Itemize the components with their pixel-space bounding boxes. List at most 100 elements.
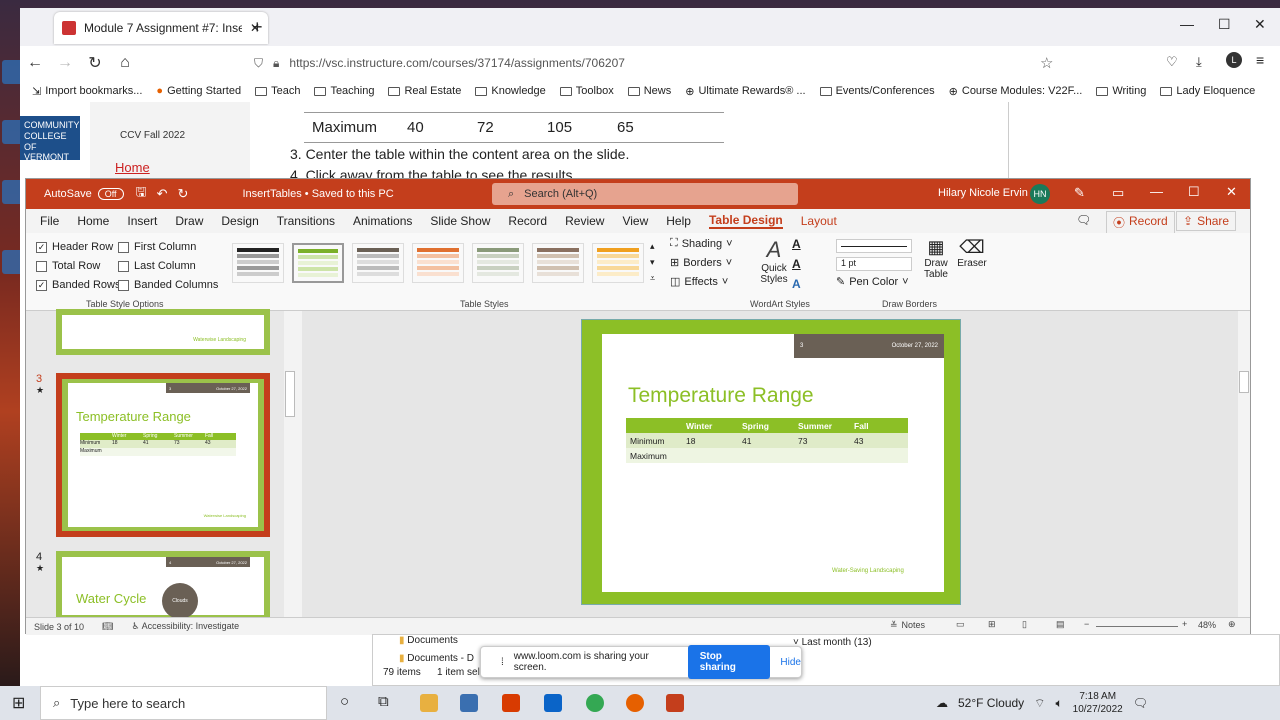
- text-effects-icon[interactable]: A: [792, 277, 801, 291]
- table-header-cell[interactable]: Fall: [850, 421, 906, 431]
- total-row-checkbox[interactable]: Total Row: [36, 260, 100, 272]
- first-column-checkbox[interactable]: First Column: [118, 241, 196, 253]
- slide-thumbnail-2[interactable]: Waterwise Landscaping: [56, 309, 270, 355]
- notification-icon[interactable]: 🗨︎: [1133, 696, 1148, 710]
- autosave-toggle[interactable]: Off: [97, 188, 124, 200]
- download-icon[interactable]: ⤓: [1196, 54, 1202, 70]
- fit-slide-icon[interactable]: ⊕: [1228, 619, 1236, 630]
- taskbar-search[interactable]: ⌕ Type here to search: [40, 686, 327, 720]
- reading-view-icon[interactable]: ▯: [1022, 619, 1027, 630]
- thumbs-scrollbar[interactable]: [284, 311, 296, 617]
- tab-help[interactable]: Help: [666, 214, 691, 228]
- pen-weight-select[interactable]: 1 pt: [836, 257, 912, 271]
- firefox-icon[interactable]: [626, 694, 644, 712]
- weather[interactable]: 52°F Cloudy: [958, 696, 1024, 710]
- slide-thumbnail-3[interactable]: 3 October 27, 2022 Temperature Range Wint…: [56, 373, 270, 537]
- header-row-checkbox[interactable]: ✓ Header Row: [36, 241, 113, 253]
- clock[interactable]: 7:18 AM 10/27/2022: [1073, 690, 1123, 716]
- tab-home[interactable]: Home: [77, 214, 109, 228]
- hide-button[interactable]: Hide: [780, 657, 801, 668]
- maximize-icon[interactable]: ☐: [1188, 184, 1200, 200]
- banded-columns-checkbox[interactable]: Banded Columns: [118, 279, 218, 291]
- close-window-icon[interactable]: ✕: [1254, 16, 1266, 33]
- table-style-swatch[interactable]: [412, 243, 464, 283]
- stop-sharing-button[interactable]: Stop sharing: [687, 645, 771, 679]
- back-icon[interactable]: ←: [20, 54, 50, 72]
- maximize-icon[interactable]: ☐: [1218, 16, 1231, 33]
- close-icon[interactable]: ✕: [1226, 184, 1237, 200]
- table-style-swatch[interactable]: [472, 243, 524, 283]
- user-avatar[interactable]: HN: [1030, 184, 1050, 204]
- tab-table-design[interactable]: Table Design: [708, 213, 783, 229]
- share-button[interactable]: ⇪ Share: [1176, 211, 1237, 231]
- bookmark-item[interactable]: ● Getting Started: [156, 85, 241, 97]
- store-icon[interactable]: [460, 694, 478, 712]
- tab-view[interactable]: View: [622, 214, 648, 228]
- task-view-icon[interactable]: ⧉: [378, 693, 389, 710]
- text-outline-icon[interactable]: A: [792, 257, 801, 271]
- bookmark-item[interactable]: ⊕ Ultimate Rewards® ...: [685, 85, 805, 98]
- windows-start-icon[interactable]: ⊞: [12, 693, 25, 713]
- slideshow-icon[interactable]: ▤: [1056, 619, 1065, 630]
- bookmark-folder[interactable]: Knowledge: [475, 85, 546, 97]
- table-style-swatch[interactable]: [232, 243, 284, 283]
- zoom-out-icon[interactable]: −: [1084, 619, 1089, 629]
- search-box[interactable]: ⌕ Search (Alt+Q): [492, 183, 798, 205]
- more-styles-icon[interactable]: ⩡: [650, 273, 655, 284]
- effects-button[interactable]: ◫ Effects ˅: [670, 275, 728, 289]
- outlook-icon[interactable]: [544, 694, 562, 712]
- slide-title[interactable]: Temperature Range: [628, 384, 814, 408]
- table-style-swatch[interactable]: [352, 243, 404, 283]
- borders-button[interactable]: ⊞ Borders ˅: [670, 256, 732, 270]
- cortana-icon[interactable]: ○: [340, 693, 349, 710]
- office-icon[interactable]: [502, 694, 520, 712]
- tab-insert[interactable]: Insert: [127, 214, 157, 228]
- tab-file[interactable]: File: [40, 214, 59, 228]
- folder-item[interactable]: ▮ Documents: [399, 635, 458, 646]
- slide-table[interactable]: Winter Spring Summer Fall Minimum 18 41 …: [626, 418, 908, 463]
- reload-icon[interactable]: ↻: [80, 53, 110, 73]
- table-cell[interactable]: Maximum: [626, 451, 682, 461]
- draw-table-button[interactable]: ▦ Draw Table: [920, 237, 952, 280]
- network-icon[interactable]: ⌔: [1034, 696, 1045, 711]
- table-cell[interactable]: 18: [682, 436, 738, 446]
- shading-button[interactable]: ⛶ Shading ˅: [670, 237, 733, 250]
- pen-style-select[interactable]: [836, 239, 912, 253]
- tab-draw[interactable]: Draw: [175, 214, 203, 228]
- browser-tab[interactable]: Module 7 Assignment #7: Insert ✕: [54, 12, 268, 44]
- chrome-icon[interactable]: [586, 694, 604, 712]
- notes-button[interactable]: ≚ Notes: [890, 620, 925, 631]
- home-link[interactable]: Home: [115, 160, 150, 175]
- table-header-cell[interactable]: Spring: [738, 421, 794, 431]
- undo-icon[interactable]: ↶: [157, 186, 168, 202]
- new-tab-icon[interactable]: +: [252, 17, 263, 38]
- tab-layout[interactable]: Layout: [801, 214, 837, 228]
- normal-view-icon[interactable]: ▭: [956, 619, 965, 630]
- save-icon[interactable]: 🖫︎: [136, 183, 147, 205]
- url-text[interactable]: https://vsc.instructure.com/courses/3717…: [289, 56, 625, 70]
- powerpoint-icon[interactable]: [666, 694, 684, 712]
- account-icon[interactable]: L: [1226, 52, 1242, 68]
- bookmark-folder[interactable]: Teach: [255, 85, 300, 97]
- document-title[interactable]: InsertTables • Saved to this PC: [242, 188, 393, 200]
- menu-icon[interactable]: ≡: [1256, 52, 1264, 68]
- pocket-icon[interactable]: ♡: [1166, 54, 1178, 70]
- ccv-logo[interactable]: COMMUNITY COLLEGE OF VERMONT: [20, 116, 80, 162]
- table-header-cell[interactable]: Summer: [794, 421, 850, 431]
- slide-thumbnail-4[interactable]: 4 October 27, 2022 Water Cycle Clouds: [56, 551, 270, 621]
- table-style-swatch[interactable]: [532, 243, 584, 283]
- tab-slide-show[interactable]: Slide Show: [430, 214, 490, 228]
- bookmark-folder[interactable]: Lady Eloquence: [1160, 85, 1255, 97]
- redo-icon[interactable]: ↻: [178, 186, 189, 202]
- banded-rows-checkbox[interactable]: ✓ Banded Rows: [36, 279, 121, 291]
- slide-sorter-icon[interactable]: ⊞: [988, 619, 996, 630]
- pen-icon[interactable]: ✎: [1074, 185, 1085, 201]
- text-fill-icon[interactable]: A: [792, 237, 801, 251]
- table-cell[interactable]: 43: [850, 436, 906, 446]
- volume-icon[interactable]: 🔈︎: [1055, 696, 1062, 711]
- slide-scrollbar[interactable]: [1238, 311, 1250, 617]
- record-button[interactable]: ⦿ Record: [1106, 211, 1175, 234]
- bookmark-folder[interactable]: Writing: [1096, 85, 1146, 97]
- file-explorer-icon[interactable]: [420, 694, 438, 712]
- tab-transitions[interactable]: Transitions: [277, 214, 335, 228]
